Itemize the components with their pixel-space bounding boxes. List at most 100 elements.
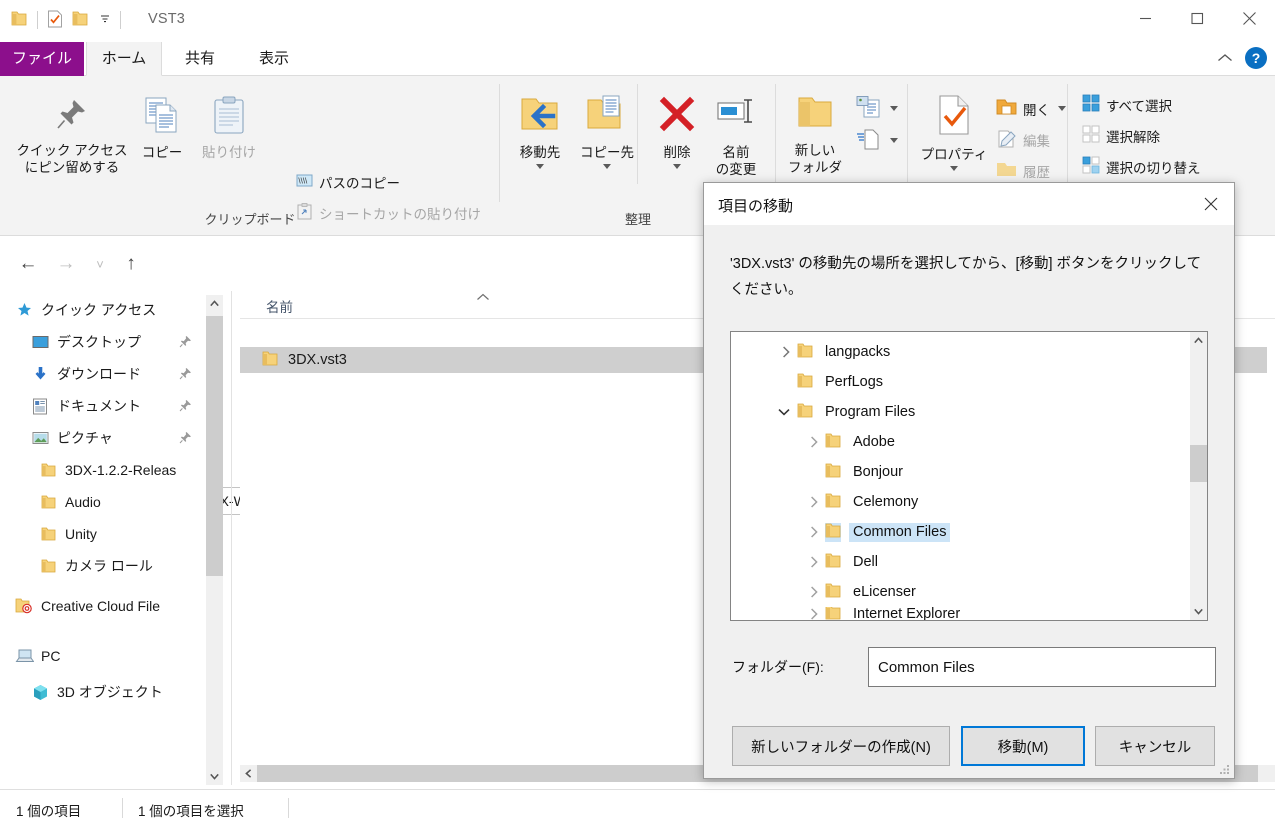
navigation-pane: クイック アクセス デスクトップ ダウンロード ドキュメント ピクチャ 3DX-… [0, 291, 206, 785]
customize-qat-dropdown-icon[interactable] [99, 12, 111, 28]
tree-item-celemony[interactable]: Celemony [731, 487, 1181, 517]
tab-view[interactable]: 表示 [242, 42, 306, 76]
new-item-button[interactable] [856, 96, 898, 121]
scroll-left-arrow-icon[interactable] [240, 765, 257, 782]
collapse-ribbon-icon[interactable] [1217, 51, 1233, 66]
tree-item-perflogs[interactable]: PerfLogs [731, 367, 1181, 397]
chevron-down-icon[interactable] [890, 138, 898, 143]
nav-3dx-release[interactable]: 3DX-1.2.2-Releas [0, 455, 176, 485]
tree-item-adobe[interactable]: Adobe [731, 427, 1181, 457]
properties-icon[interactable] [47, 10, 63, 31]
new-folder-button[interactable]: 新しいフォルダーの作成(N) [732, 726, 950, 766]
navigation-pane-scrollbar[interactable] [206, 295, 223, 785]
chevron-down-icon[interactable] [603, 164, 611, 169]
copy-path-button[interactable]: \\\\ パスのコピー [296, 172, 400, 192]
chevron-right-icon[interactable] [803, 496, 825, 508]
move-to-button[interactable]: 移動先 [508, 94, 572, 169]
minimize-button[interactable] [1119, 0, 1171, 36]
nav-creative-cloud-files[interactable]: Creative Cloud File [0, 591, 160, 621]
close-button[interactable] [1223, 0, 1275, 36]
nav-pictures[interactable]: ピクチャ [0, 423, 206, 453]
folder-icon[interactable] [10, 11, 28, 30]
column-header-name[interactable]: 名前 [266, 296, 293, 316]
tree-item-bonjour[interactable]: Bonjour [731, 457, 1181, 487]
tab-share[interactable]: 共有 [168, 42, 232, 76]
help-icon[interactable]: ? [1245, 47, 1267, 69]
scrollbar-thumb[interactable] [206, 316, 223, 576]
nav-documents[interactable]: ドキュメント [0, 391, 206, 421]
chevron-down-icon[interactable] [673, 164, 681, 169]
dialog-close-button[interactable] [1188, 183, 1234, 225]
edit-button[interactable]: 編集 [996, 129, 1050, 151]
new-folder-button[interactable]: 新しい フォルダー [784, 94, 846, 193]
chevron-right-icon[interactable] [803, 608, 825, 620]
nav-3d-objects[interactable]: 3D オブジェクト [0, 677, 163, 707]
pin-to-quick-access-button[interactable]: クイック アクセス にピン留めする [12, 96, 132, 176]
history-button[interactable]: 履歴 [996, 160, 1050, 181]
folder-name-input[interactable]: Common Files [868, 647, 1216, 687]
maximize-button[interactable] [1171, 0, 1223, 36]
delete-button[interactable]: 削除 [648, 94, 706, 169]
up-button[interactable]: ↑ [117, 250, 145, 278]
tree-item-common-files[interactable]: Common Files [731, 517, 1181, 547]
tree-item-internet-explorer[interactable]: Internet Explorer [731, 607, 1181, 620]
scroll-down-arrow-icon[interactable] [1190, 603, 1207, 620]
pin-icon[interactable] [179, 431, 192, 448]
nav-downloads[interactable]: ダウンロード [0, 359, 206, 389]
tab-file[interactable]: ファイル [0, 42, 84, 76]
scroll-down-arrow-icon[interactable] [206, 768, 223, 785]
folder-tree[interactable]: langpacks PerfLogs Program Files Adobe B… [730, 331, 1208, 621]
cancel-button[interactable]: キャンセル [1095, 726, 1215, 766]
pane-splitter[interactable] [231, 291, 232, 785]
chevron-right-icon[interactable] [803, 586, 825, 598]
chevron-right-icon[interactable] [803, 526, 825, 538]
tree-item-program-files[interactable]: Program Files [731, 397, 1181, 427]
pin-icon[interactable] [179, 367, 192, 384]
select-all-button[interactable]: すべて選択 [1082, 94, 1172, 115]
move-items-dialog: 項目の移動 '3DX.vst3' の移動先の場所を選択してから、[移動] ボタン… [703, 182, 1235, 779]
nav-pc[interactable]: PC [0, 641, 60, 671]
tab-home[interactable]: ホーム [86, 42, 162, 76]
scroll-up-arrow-icon[interactable] [206, 295, 223, 312]
rename-button[interactable]: 名前 の変更 [707, 94, 765, 178]
chevron-right-icon[interactable] [803, 436, 825, 448]
tree-item-elicenser[interactable]: eLicenser [731, 577, 1181, 607]
nav-unity[interactable]: Unity [0, 519, 97, 549]
move-button[interactable]: 移動(M) [961, 726, 1085, 766]
scroll-up-arrow-icon[interactable] [1190, 332, 1207, 349]
nav-desktop[interactable]: デスクトップ [0, 327, 206, 357]
chevron-down-icon[interactable] [536, 164, 544, 169]
pin-icon[interactable] [179, 335, 192, 352]
chevron-right-icon[interactable] [775, 346, 797, 358]
copy-to-button[interactable]: コピー先 [574, 94, 640, 169]
new-folder-icon [795, 94, 835, 136]
new-folder-icon[interactable] [71, 11, 89, 30]
easy-access-button[interactable] [856, 128, 898, 153]
select-none-button[interactable]: 選択解除 [1082, 125, 1160, 146]
back-button[interactable]: ← [14, 250, 42, 278]
chevron-down-icon[interactable] [773, 408, 795, 416]
invert-selection-button[interactable]: 選択の切り替え [1082, 156, 1201, 177]
nav-camera-roll[interactable]: カメラ ロール [0, 551, 153, 581]
nav-audio[interactable]: Audio [0, 487, 101, 517]
dialog-resize-grip[interactable] [1218, 762, 1230, 774]
nav-quick-access[interactable]: クイック アクセス [0, 295, 156, 325]
chevron-right-icon[interactable] [803, 556, 825, 568]
tree-item-dell[interactable]: Dell [731, 547, 1181, 577]
chevron-down-icon[interactable] [950, 166, 958, 171]
tree-scrollbar[interactable] [1190, 332, 1207, 620]
chevron-down-icon[interactable] [1058, 106, 1066, 111]
pin-icon[interactable] [179, 399, 192, 416]
paste-button[interactable]: 貼り付け [194, 96, 264, 161]
copy-button[interactable]: コピー [135, 96, 189, 161]
scrollbar-thumb[interactable] [1190, 445, 1207, 482]
quick-access-toolbar [10, 5, 130, 35]
properties-button[interactable]: プロパティ [914, 94, 994, 171]
select-all-label: すべて選択 [1106, 98, 1173, 114]
open-button[interactable]: 開く [996, 98, 1066, 119]
tree-item-langpacks[interactable]: langpacks [731, 337, 1181, 367]
chevron-down-icon[interactable] [890, 106, 898, 111]
recent-locations-button[interactable]: ˅ [86, 250, 114, 278]
history-icon [996, 160, 1017, 181]
forward-button[interactable]: → [52, 250, 80, 278]
